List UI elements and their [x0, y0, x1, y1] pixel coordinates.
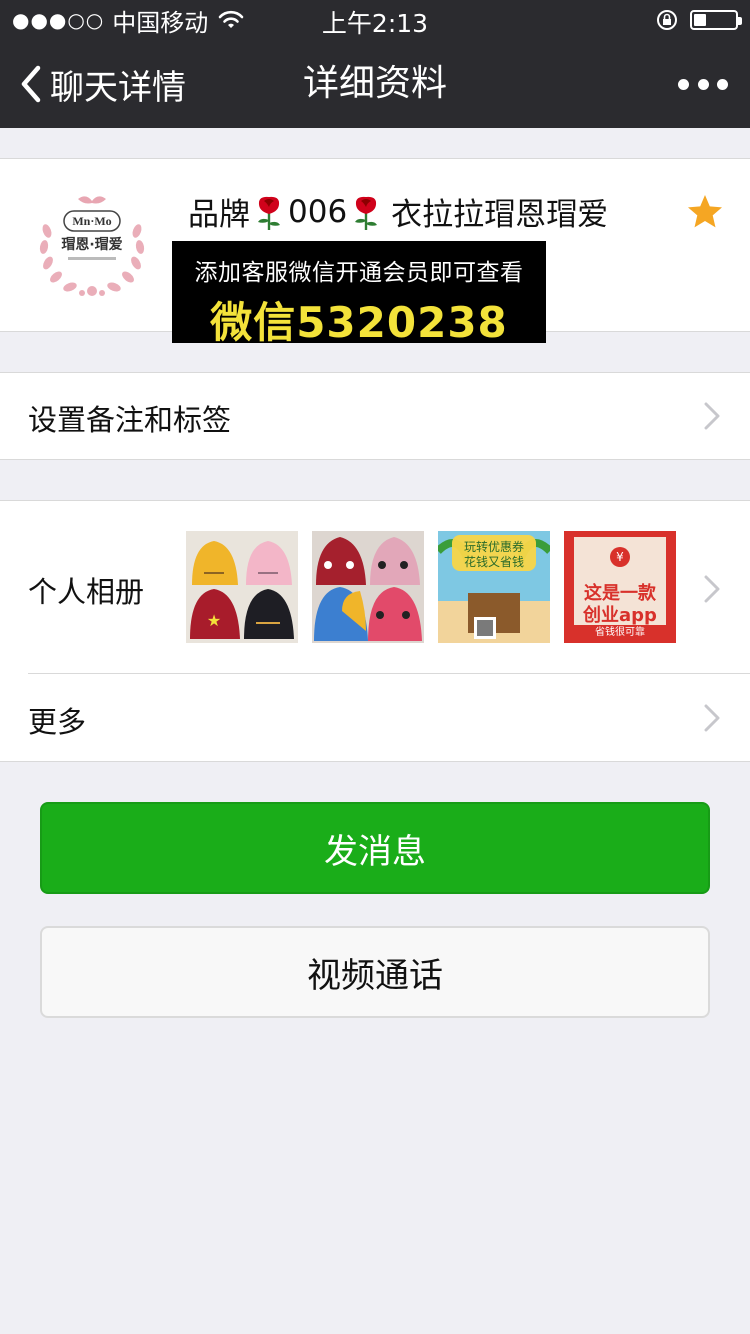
- profile-name-suffix: 衣拉拉瑁恩瑁爱: [391, 197, 609, 233]
- album-thumbnail: ★: [186, 531, 298, 643]
- avatar[interactable]: Mn·Mo 瑁恩·瑁爱: [28, 183, 156, 311]
- chevron-right-icon: [704, 575, 720, 603]
- svg-text:创业app: 创业app: [582, 604, 657, 626]
- set-remark-label: 设置备注和标签: [28, 403, 232, 437]
- rose-icon: [355, 196, 378, 230]
- status-right: [656, 6, 742, 34]
- back-button-label: 聊天详情: [50, 67, 186, 108]
- back-button[interactable]: 聊天详情: [18, 40, 186, 128]
- album-thumb-text: 玩转优惠券: [464, 539, 524, 554]
- svg-text:这是一款: 这是一款: [584, 582, 657, 604]
- album-thumbnail: 玩转优惠券 花钱又省钱: [438, 531, 550, 643]
- chevron-left-icon: [21, 65, 41, 103]
- profile-name-mid: 006: [288, 193, 348, 230]
- logo-text: Mn·Mo: [72, 214, 111, 228]
- promo-banner: 添加客服微信开通会员即可查看 微信5320238: [172, 241, 546, 347]
- rose-icon: [258, 196, 280, 230]
- navigation-bar: 聊天详情 详细资料: [0, 40, 750, 128]
- more-dot-icon: [678, 78, 689, 90]
- chevron-right-icon: [704, 704, 720, 732]
- send-message-button[interactable]: 发消息: [40, 802, 710, 894]
- set-remark-cell[interactable]: 设置备注和标签: [0, 373, 750, 459]
- chevron-right-icon: [704, 402, 720, 430]
- battery-level: [694, 14, 706, 26]
- video-call-button[interactable]: 视频通话: [40, 926, 710, 1018]
- svg-text:¥: ¥: [616, 550, 624, 564]
- status-bar: ●●●○○ 中国移动 上午2:13: [0, 0, 750, 40]
- svg-text:花钱又省钱: 花钱又省钱: [464, 554, 524, 569]
- profile-name: 品牌 006 衣拉拉瑁恩瑁爱: [188, 189, 608, 234]
- info-group: 个人相册 ★ 玩转优惠券 花钱又省钱 ¥ 这是一款 创业app 省钱很可靠 更多: [0, 500, 750, 762]
- brand-logo: Mn·Mo 瑁恩·瑁爱: [28, 183, 156, 311]
- svg-text:省钱很可靠: 省钱很可靠: [595, 625, 645, 638]
- more-options-button[interactable]: [678, 68, 728, 100]
- personal-album-cell[interactable]: 个人相册 ★ 玩转优惠券 花钱又省钱 ¥ 这是一款 创业app 省钱很可靠: [0, 501, 750, 673]
- more-cell[interactable]: 更多: [0, 673, 750, 761]
- album-thumbnail: ¥ 这是一款 创业app 省钱很可靠: [564, 531, 676, 643]
- album-thumbnail: [312, 531, 424, 643]
- star-icon[interactable]: [686, 193, 724, 231]
- status-time: 上午2:13: [321, 9, 429, 38]
- personal-album-label: 个人相册: [28, 575, 145, 609]
- remark-group: 设置备注和标签: [0, 372, 750, 460]
- album-thumbnails: ★ 玩转优惠券 花钱又省钱 ¥ 这是一款 创业app 省钱很可靠: [186, 531, 690, 643]
- promo-line-2: 微信5320238: [210, 298, 508, 347]
- more-dot-icon: [697, 78, 709, 90]
- promo-line-1: 添加客服微信开通会员即可查看: [194, 260, 524, 286]
- rotation-lock-icon: [657, 10, 677, 30]
- svg-text:★: ★: [207, 611, 221, 630]
- battery-icon: [690, 10, 742, 30]
- profile-name-prefix: 品牌: [188, 197, 250, 233]
- more-label: 更多: [28, 705, 87, 739]
- svg-text:瑁恩·瑁爱: 瑁恩·瑁爱: [61, 236, 122, 253]
- more-dot-icon: [717, 78, 728, 90]
